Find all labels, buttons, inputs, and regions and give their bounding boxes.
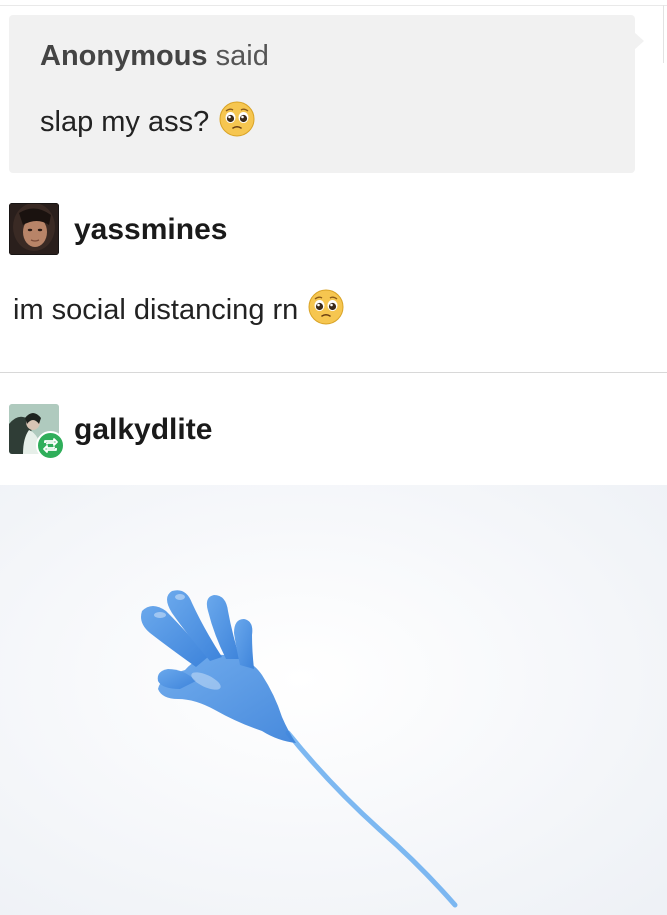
ask-question: slap my ass? [40,101,255,139]
ask-box-tail [634,32,644,50]
reply-text-line: im social distancing rn [13,289,344,327]
ask-box [9,15,635,173]
pleading-face-icon [308,289,344,325]
sticky-hand-toy-image[interactable] [0,485,667,915]
right-edge-divider [663,5,664,63]
username-galkydlite[interactable]: galkydlite [74,413,212,447]
ask-question-text: slap my ass? [40,106,210,138]
reblog-icon [43,438,58,453]
asker-verb: said [215,40,269,72]
avatar-image [9,203,59,255]
avatar[interactable] [9,203,59,255]
asker-line: Anonymous said [40,40,269,73]
pleading-face-icon [219,101,255,137]
top-divider [0,5,667,6]
reply-text: im social distancing rn [13,294,299,326]
post-divider [0,372,667,373]
username-yassmines[interactable]: yassmines [74,213,227,247]
asker-name[interactable]: Anonymous [40,40,208,72]
reblog-badge [36,431,65,460]
